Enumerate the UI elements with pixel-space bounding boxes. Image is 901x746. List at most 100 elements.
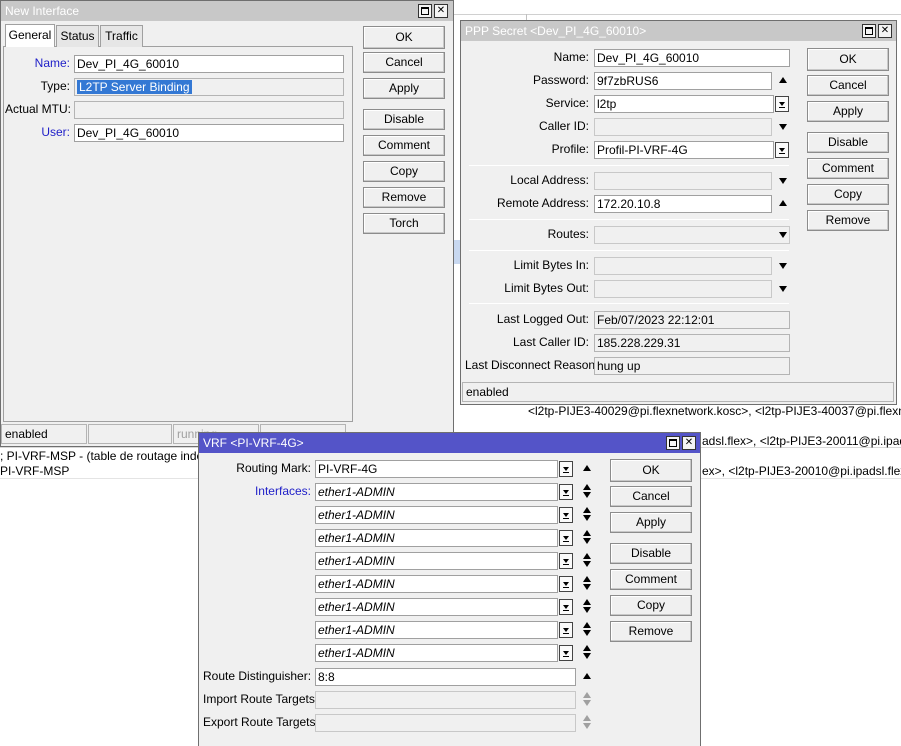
type-field[interactable]: L2TP Server Binding: [74, 78, 344, 96]
interface-dropdown-icon[interactable]: [559, 599, 573, 615]
collapse-arrow-icon[interactable]: [583, 673, 591, 679]
name-field[interactable]: Dev_PI_4G_60010: [74, 55, 344, 73]
remove-row-arrow-icon[interactable]: [583, 653, 591, 659]
ok-button[interactable]: OK: [807, 48, 889, 71]
caller-id-field[interactable]: [594, 118, 772, 136]
local-address-field[interactable]: [594, 172, 772, 190]
interface-field[interactable]: ether1-ADMIN: [315, 506, 558, 524]
ok-button[interactable]: OK: [363, 26, 445, 49]
add-row-arrow-icon[interactable]: [583, 484, 591, 490]
remote-address-field[interactable]: 172.20.10.8: [594, 195, 772, 213]
comment-button[interactable]: Comment: [363, 135, 445, 156]
copy-button[interactable]: Copy: [363, 161, 445, 182]
routing-mark-dropdown-icon[interactable]: [559, 461, 573, 477]
profile-field[interactable]: Profil-PI-VRF-4G: [594, 141, 774, 159]
apply-button[interactable]: Apply: [807, 101, 889, 122]
interface-dropdown-icon[interactable]: [559, 645, 573, 661]
remove-button[interactable]: Remove: [363, 187, 445, 208]
add-row-arrow-icon[interactable]: [583, 622, 591, 628]
apply-button[interactable]: Apply: [610, 512, 692, 533]
interface-field[interactable]: ether1-ADMIN: [315, 575, 558, 593]
maximize-icon[interactable]: [666, 436, 680, 450]
name-field[interactable]: Dev_PI_4G_60010: [594, 49, 790, 67]
copy-button[interactable]: Copy: [807, 184, 889, 205]
route-distinguisher-field[interactable]: 8:8: [315, 668, 576, 686]
remove-row-arrow-icon[interactable]: [583, 723, 591, 729]
limit-bytes-in-field[interactable]: [594, 257, 772, 275]
service-field[interactable]: l2tp: [594, 95, 774, 113]
add-row-arrow-icon[interactable]: [583, 530, 591, 536]
tab-general[interactable]: General: [5, 24, 55, 47]
cancel-button[interactable]: Cancel: [807, 75, 889, 96]
limit-bytes-out-field[interactable]: [594, 280, 772, 298]
user-field[interactable]: Dev_PI_4G_60010: [74, 124, 344, 142]
add-row-arrow-icon[interactable]: [583, 553, 591, 559]
name-label: Name:: [553, 50, 589, 64]
remove-row-arrow-icon[interactable]: [583, 584, 591, 590]
add-row-arrow-icon[interactable]: [583, 576, 591, 582]
remove-row-arrow-icon[interactable]: [583, 492, 591, 498]
close-icon[interactable]: ✕: [434, 4, 448, 18]
remove-row-arrow-icon[interactable]: [583, 538, 591, 544]
apply-button[interactable]: Apply: [363, 78, 445, 99]
expand-arrow-icon[interactable]: [779, 124, 787, 130]
interface-dropdown-icon[interactable]: [559, 622, 573, 638]
copy-button[interactable]: Copy: [610, 595, 692, 616]
comment-button[interactable]: Comment: [610, 569, 692, 590]
collapse-arrow-icon[interactable]: [583, 465, 591, 471]
remove-button[interactable]: Remove: [610, 621, 692, 642]
interface-field[interactable]: ether1-ADMIN: [315, 621, 558, 639]
cancel-button[interactable]: Cancel: [610, 486, 692, 507]
ok-button[interactable]: OK: [610, 459, 692, 482]
interface-dropdown-icon[interactable]: [559, 530, 573, 546]
password-field[interactable]: 9f7zbRUS6: [594, 72, 772, 90]
interface-dropdown-icon[interactable]: [559, 576, 573, 592]
profile-dropdown-icon[interactable]: [775, 142, 789, 158]
remove-button[interactable]: Remove: [807, 210, 889, 231]
interface-field[interactable]: ether1-ADMIN: [315, 483, 558, 501]
add-row-arrow-icon[interactable]: [583, 645, 591, 651]
remove-row-arrow-icon[interactable]: [583, 630, 591, 636]
torch-button[interactable]: Torch: [363, 213, 445, 234]
collapse-arrow-icon[interactable]: [779, 77, 787, 83]
ppp-secret-titlebar[interactable]: PPP Secret <Dev_PI_4G_60010>: [461, 21, 896, 41]
add-row-arrow-icon[interactable]: [583, 692, 591, 698]
expand-arrow-icon[interactable]: [779, 286, 787, 292]
disable-button[interactable]: Disable: [610, 543, 692, 564]
remove-row-arrow-icon[interactable]: [583, 607, 591, 613]
interface-field[interactable]: ether1-ADMIN: [315, 598, 558, 616]
interface-field[interactable]: ether1-ADMIN: [315, 644, 558, 662]
close-icon[interactable]: ✕: [878, 24, 892, 38]
expand-arrow-icon[interactable]: [779, 263, 787, 269]
add-row-arrow-icon[interactable]: [583, 715, 591, 721]
disable-button[interactable]: Disable: [807, 132, 889, 153]
interface-dropdown-icon[interactable]: [559, 484, 573, 500]
export-route-targets-field[interactable]: [315, 714, 576, 732]
remove-row-arrow-icon[interactable]: [583, 515, 591, 521]
import-route-targets-field[interactable]: [315, 691, 576, 709]
collapse-arrow-icon[interactable]: [779, 200, 787, 206]
interface-dropdown-icon[interactable]: [559, 507, 573, 523]
comment-button[interactable]: Comment: [807, 158, 889, 179]
add-row-arrow-icon[interactable]: [583, 599, 591, 605]
tab-traffic[interactable]: Traffic: [100, 25, 143, 47]
cancel-button[interactable]: Cancel: [363, 52, 445, 73]
service-dropdown-icon[interactable]: [775, 96, 789, 112]
maximize-icon[interactable]: [418, 4, 432, 18]
interface-field[interactable]: ether1-ADMIN: [315, 552, 558, 570]
remove-row-arrow-icon[interactable]: [583, 561, 591, 567]
close-icon[interactable]: ✕: [682, 436, 696, 450]
interface-field[interactable]: ether1-ADMIN: [315, 529, 558, 547]
expand-arrow-icon[interactable]: [779, 178, 787, 184]
new-interface-titlebar[interactable]: New Interface: [1, 1, 453, 21]
vrf-titlebar[interactable]: VRF <PI-VRF-4G>: [199, 433, 700, 453]
expand-arrow-icon[interactable]: [779, 232, 787, 238]
routes-field[interactable]: [594, 226, 790, 244]
interface-dropdown-icon[interactable]: [559, 553, 573, 569]
add-row-arrow-icon[interactable]: [583, 507, 591, 513]
disable-button[interactable]: Disable: [363, 109, 445, 130]
remove-row-arrow-icon[interactable]: [583, 700, 591, 706]
tab-status[interactable]: Status: [56, 25, 99, 47]
maximize-icon[interactable]: [862, 24, 876, 38]
routing-mark-field[interactable]: PI-VRF-4G: [315, 460, 558, 478]
